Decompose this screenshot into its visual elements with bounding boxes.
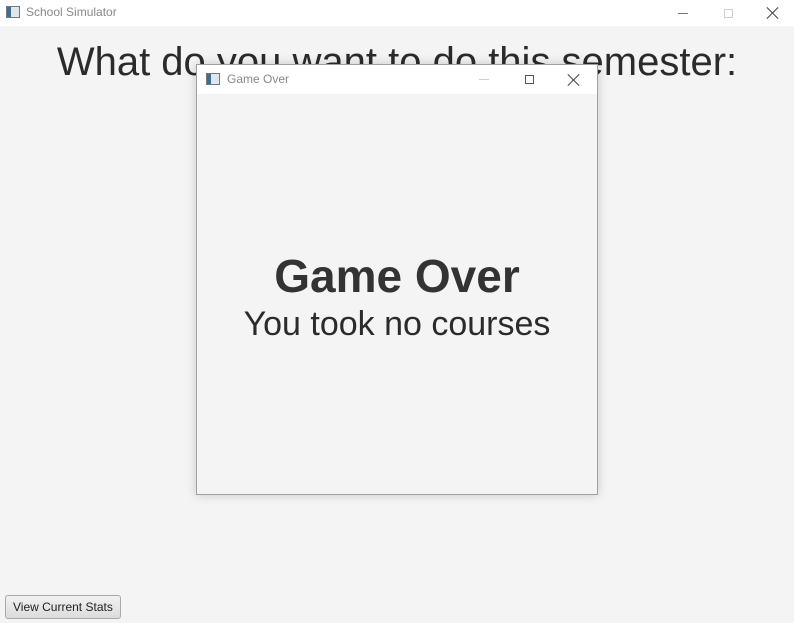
view-current-stats-button[interactable]: View Current Stats <box>5 595 121 619</box>
close-button[interactable] <box>750 0 794 26</box>
main-titlebar[interactable]: School Simulator <box>0 0 794 26</box>
dialog-titlebar[interactable]: Game Over <box>197 65 597 94</box>
dialog-title: Game Over <box>227 72 290 86</box>
game-over-headline: Game Over <box>274 250 520 302</box>
close-icon <box>567 73 581 87</box>
game-over-dialog: Game Over Game Over You took no courses <box>196 64 598 495</box>
dialog-maximize-button[interactable] <box>506 65 552 94</box>
game-over-message: You took no courses <box>243 305 551 343</box>
dialog-minimize-button[interactable] <box>461 65 507 94</box>
maximize-icon <box>524 75 534 84</box>
app-icon <box>6 6 20 18</box>
close-icon <box>766 6 780 20</box>
dialog-close-button[interactable] <box>551 65 597 94</box>
window-title: School Simulator <box>26 5 117 19</box>
minimize-icon <box>479 79 489 80</box>
minimize-icon <box>678 12 688 14</box>
dialog-body: Game Over You took no courses <box>197 94 597 494</box>
dialog-app-icon <box>206 73 220 85</box>
maximize-icon <box>723 8 733 18</box>
maximize-button[interactable] <box>705 0 751 26</box>
minimize-button[interactable] <box>660 0 706 26</box>
